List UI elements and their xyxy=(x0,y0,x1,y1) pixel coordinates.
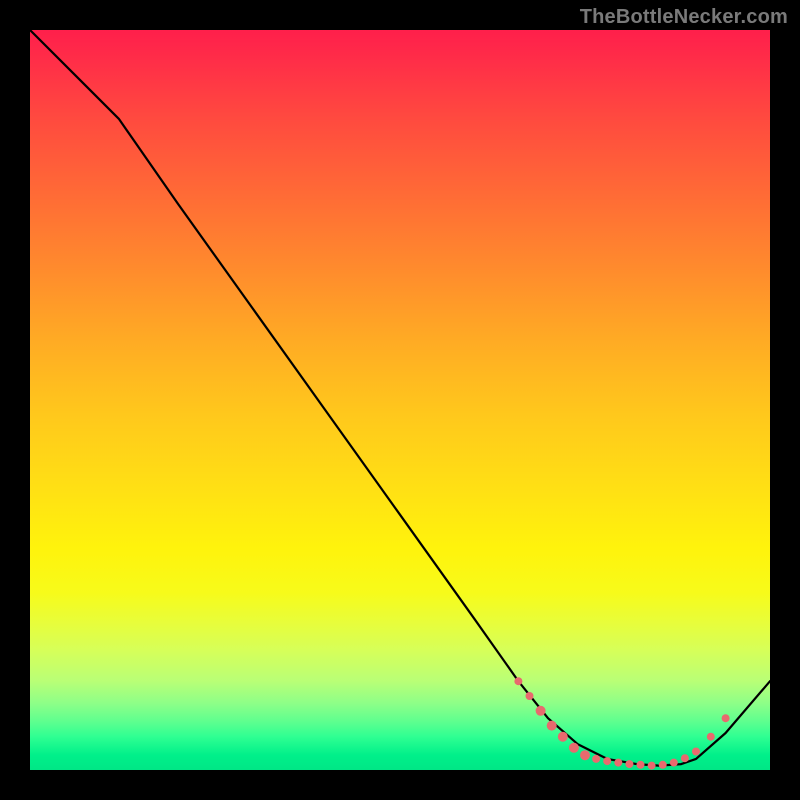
marker-dot xyxy=(625,760,633,768)
bottleneck-curve xyxy=(30,30,770,766)
marker-dot xyxy=(514,677,522,685)
marker-dot xyxy=(722,714,730,722)
marker-dot xyxy=(569,743,579,753)
plot-area xyxy=(30,30,770,770)
marker-dot xyxy=(681,754,689,762)
marker-dot xyxy=(536,706,546,716)
marker-dot xyxy=(707,733,715,741)
marker-dot xyxy=(637,761,645,769)
watermark-text: TheBottleNecker.com xyxy=(580,6,788,29)
marker-dot xyxy=(558,732,568,742)
marker-dot xyxy=(603,757,611,765)
marker-dot xyxy=(692,748,700,756)
marker-dot xyxy=(547,721,557,731)
marker-dot xyxy=(592,755,600,763)
chart-svg xyxy=(30,30,770,770)
marker-dot xyxy=(648,762,656,770)
marker-dot xyxy=(614,759,622,767)
marker-dot xyxy=(580,750,590,760)
marker-dot xyxy=(670,759,678,767)
marker-dot xyxy=(526,692,534,700)
marker-cluster xyxy=(514,677,729,769)
chart-frame: TheBottleNecker.com xyxy=(0,0,800,800)
marker-dot xyxy=(659,761,667,769)
